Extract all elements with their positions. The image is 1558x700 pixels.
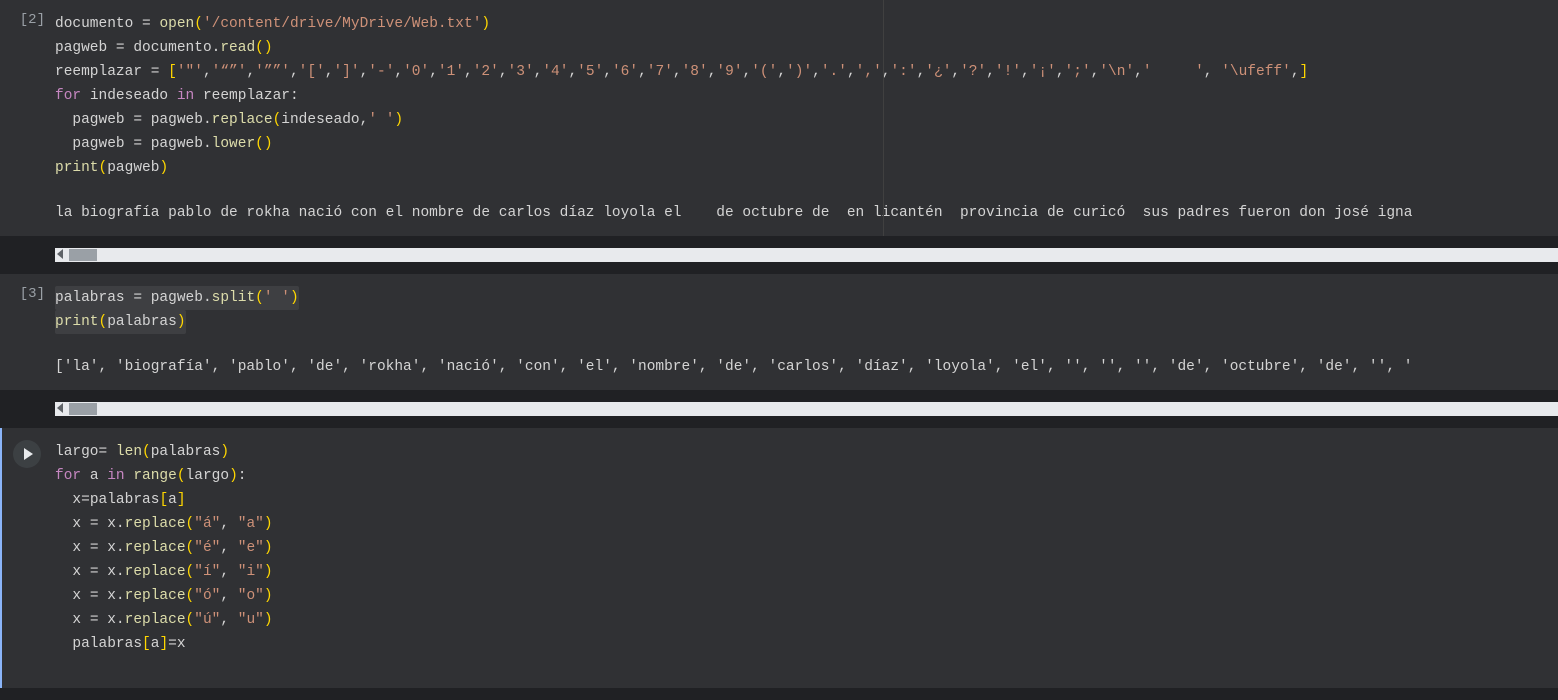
scroll-thumb[interactable] <box>69 249 97 261</box>
code-editor[interactable]: documento = open('/content/drive/MyDrive… <box>55 12 1548 180</box>
play-icon <box>24 448 33 460</box>
scroll-left-icon[interactable] <box>57 403 63 413</box>
cell-exec-label[interactable]: [3] <box>0 274 55 390</box>
scroll-left-icon[interactable] <box>57 249 63 259</box>
cell-output: la biografía pablo de rokha nació con el… <box>55 202 1548 224</box>
cell-exec-label[interactable]: [2] <box>0 0 55 236</box>
horizontal-scrollbar[interactable] <box>55 248 1558 262</box>
run-cell-button[interactable] <box>13 440 41 468</box>
code-editor[interactable]: largo= len(palabras) for a in range(larg… <box>55 440 1548 656</box>
code-cell: [3] palabras = pagweb.split(' ') print(p… <box>0 274 1558 390</box>
cell-output: ['la', 'biografía', 'pablo', 'de', 'rokh… <box>55 356 1548 378</box>
code-cell-active: largo= len(palabras) for a in range(larg… <box>0 428 1558 688</box>
scroll-thumb[interactable] <box>69 403 97 415</box>
code-cell: [2] documento = open('/content/drive/MyD… <box>0 0 1558 236</box>
horizontal-scrollbar[interactable] <box>55 402 1558 416</box>
code-editor[interactable]: palabras = pagweb.split(' ') print(palab… <box>55 286 1548 334</box>
